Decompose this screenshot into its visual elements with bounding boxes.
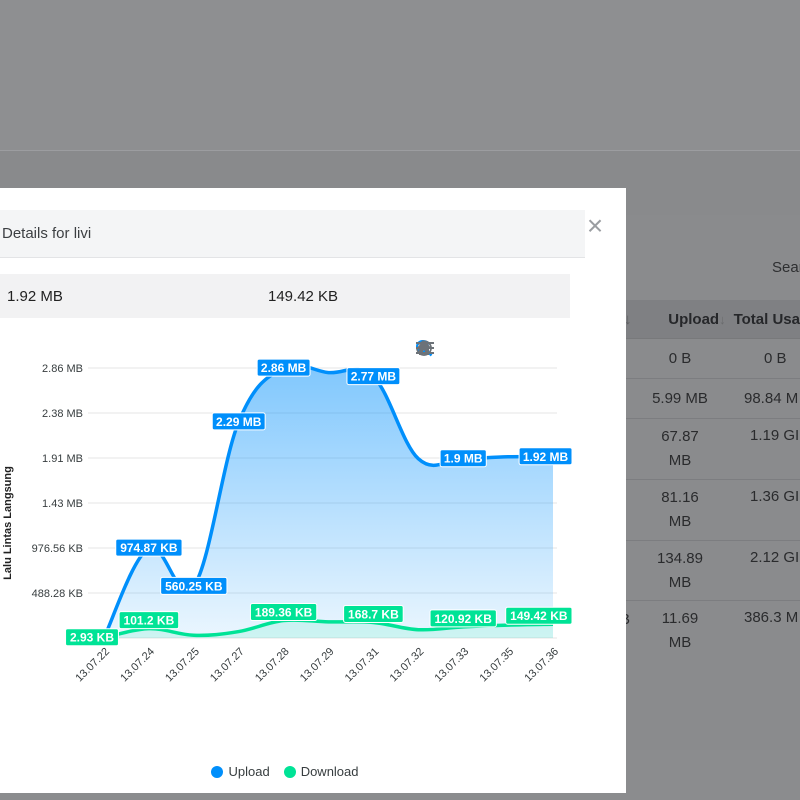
x-tick-label: 13.07.25 [163,646,202,685]
chart-toolbar [415,339,555,359]
legend-marker-download [283,765,296,778]
x-tick-label: 13.07.28 [253,646,292,685]
x-tick-label: 13.07.27 [208,646,247,685]
upload-data-label: 2.29 MB [216,415,262,429]
y-tick-label: 2.86 MB [42,363,83,375]
upload-data-label: 1.92 MB [523,450,569,464]
chart-svg: 488.28 KB 976.56 KB 1.43 MB 1.91 MB 2.38 MB 2… [2,358,573,685]
chart-legend: Upload Download [0,764,570,779]
background-table: ↓ Upload↓ Total Usa 0 B 0 B 5.99 MB 98.8… [620,300,800,661]
upload-data-label: 560.25 KB [165,579,223,593]
close-button[interactable]: × [584,212,606,240]
y-tick-label: 2.38 MB [42,408,83,420]
upload-cell: 134.89 MB [657,549,703,591]
download-data-label: 2.93 KB [70,631,114,645]
modal-title: Details for livi [2,225,92,242]
y-tick-label: 1.43 MB [42,498,83,510]
x-tick-label: 13.07.36 [522,646,561,685]
pan-hand-icon[interactable] [416,339,507,359]
download-data-label: 149.42 KB [510,609,568,623]
table-row: B 11.69 MB 386.3 M [620,601,800,661]
legend-item-download[interactable]: Download [283,764,359,779]
table-row: 0 B 0 B [626,339,800,379]
upload-data-label: 974.87 KB [120,541,178,555]
upload-total-stat: 1.92 MB [7,288,63,305]
upload-area [104,364,553,638]
table-row: 5.99 MB 98.84 M [626,379,800,419]
download-data-label: 101.2 KB [124,614,175,628]
table-row: 81.16 MB 1.36 GI [626,480,800,541]
x-tick-label: 13.07.31 [343,646,382,685]
x-tick-label: 13.07.32 [388,646,427,685]
legend-item-upload[interactable]: Upload [211,764,270,779]
download-data-label: 120.92 KB [435,612,493,626]
background-header [0,0,800,150]
legend-label-download: Download [300,764,359,779]
x-tick-label: 13.07.33 [433,646,472,685]
download-data-label: 189.36 KB [255,606,313,620]
total-usage-column-header[interactable]: Total Usa [732,311,800,328]
modal-header: Details for livi [0,210,585,258]
y-tick-label: 1.91 MB [42,453,83,465]
x-tick-label: 13.07.29 [298,646,337,685]
table-row: 134.89 MB 2.12 GI [626,541,800,601]
x-tick-label: 13.07.35 [477,646,516,685]
sort-arrow-icon: ↓ [719,311,726,327]
stats-bar: 1.92 MB 149.42 KB [0,274,570,318]
y-tick-label: 488.28 KB [32,588,83,600]
legend-marker-upload [211,765,224,778]
background-table-header: ↓ Upload↓ Total Usa [624,300,800,339]
home-reset-icon[interactable] [416,339,531,359]
upload-data-label: 2.86 MB [261,361,307,375]
table-row: 67.87 MB 1.19 GI [626,419,800,480]
download-total-stat: 149.42 KB [268,288,339,305]
zoom-select-icon[interactable] [416,339,483,359]
x-tick-label: 13.07.22 [73,646,112,685]
download-data-label: 168.7 KB [348,607,399,621]
zoom-out-icon[interactable] [416,339,459,359]
menu-icon[interactable] [416,339,555,359]
y-tick-label: 976.56 KB [32,543,83,555]
upload-cell: 67.87 MB [661,428,699,469]
traffic-chart: 488.28 KB 976.56 KB 1.43 MB 1.91 MB 2.38 MB 2… [0,328,626,793]
upload-data-label: 2.77 MB [351,370,397,384]
details-modal: Details for livi × 1.92 MB 149.42 KB 488… [0,188,626,793]
upload-data-label: 1.9 MB [444,452,483,466]
upload-cell: 81.16 MB [661,489,699,530]
x-tick-label: 13.07.24 [118,646,157,685]
legend-label-upload: Upload [228,764,270,779]
background-search-label: Sear [772,259,800,276]
upload-cell: 11.69 MB [661,610,699,651]
y-axis-title: Lalu Lintas Langsung [2,466,14,580]
upload-column-header[interactable]: ↓ Upload↓ [624,311,732,328]
